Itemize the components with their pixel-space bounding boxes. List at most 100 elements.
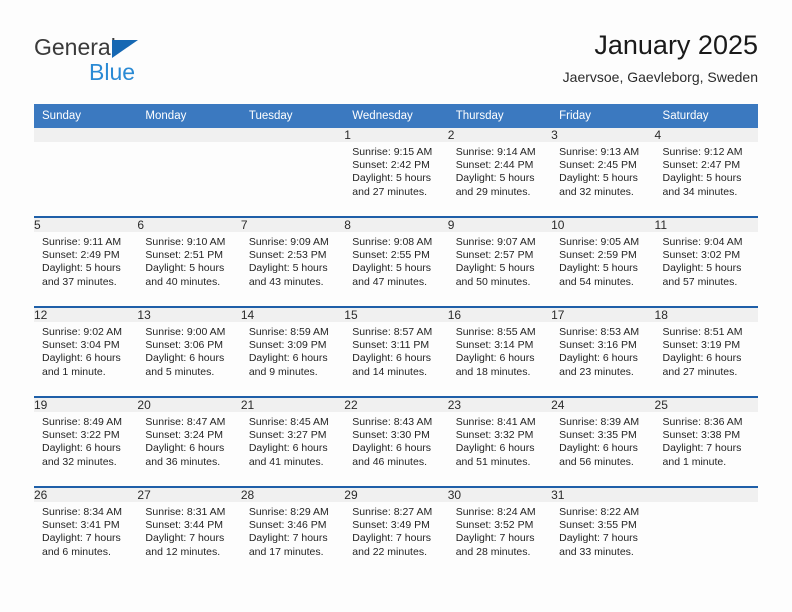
day-number[interactable]: 2	[447, 128, 552, 142]
sunrise-text: Sunrise: 8:43 AM	[352, 416, 433, 428]
day-number[interactable]: 23	[447, 398, 552, 412]
day-cell-content: Sunrise: 8:43 AM Sunset: 3:30 PM Daylight:…	[344, 412, 447, 486]
week-daynumber-row: 26 27 28 29 30 31	[34, 488, 758, 502]
sunset-text: Sunset: 2:49 PM	[42, 249, 120, 262]
sunset-text: Sunset: 3:32 PM	[455, 429, 534, 442]
day-cell-content: Sunrise: 9:11 AM Sunset: 2:49 PM Daylight:…	[34, 232, 137, 306]
daylight-text-line2: and 27 minutes.	[352, 185, 427, 198]
day-number[interactable]: 5	[34, 218, 138, 232]
sunrise-text: Sunrise: 8:57 AM	[352, 326, 433, 338]
day-number[interactable]: 30	[447, 488, 552, 502]
day-number[interactable]: 24	[551, 398, 655, 412]
daylight-text-line2: and 56 minutes.	[559, 455, 634, 468]
day-number[interactable]: 16	[447, 308, 552, 322]
sunrise-text: Sunrise: 8:36 AM	[662, 416, 743, 428]
day-number[interactable]: 11	[654, 218, 758, 232]
day-number[interactable]: 20	[137, 398, 241, 412]
day-cell-content: Sunrise: 9:02 AM Sunset: 3:04 PM Daylight:…	[34, 322, 137, 396]
daylight-text-line2: and 18 minutes.	[455, 365, 531, 378]
day-number[interactable]: 4	[654, 128, 758, 142]
day-number[interactable]: 12	[34, 308, 138, 322]
day-number-empty	[34, 128, 138, 142]
day-cell-content: Sunrise: 9:07 AM Sunset: 2:57 PM Daylight:…	[448, 232, 551, 306]
sunrise-text: Sunrise: 8:27 AM	[352, 506, 433, 518]
day-number[interactable]: 9	[447, 218, 552, 232]
day-cell-content: Sunrise: 9:08 AM Sunset: 2:55 PM Daylight:…	[344, 232, 447, 306]
sunset-text: Sunset: 3:35 PM	[559, 429, 637, 442]
sunrise-text: Sunrise: 8:55 AM	[455, 326, 536, 338]
daylight-text-line2: and 27 minutes.	[662, 365, 738, 378]
day-number[interactable]: 29	[344, 488, 448, 502]
daylight-text-line1: Daylight: 7 hours	[352, 532, 432, 545]
daylight-text-line2: and 54 minutes.	[559, 275, 634, 288]
sunrise-text: Sunrise: 8:39 AM	[559, 416, 640, 428]
daylight-text-line1: Daylight: 5 hours	[145, 262, 225, 275]
day-cell-content: Sunrise: 8:49 AM Sunset: 3:22 PM Daylight:…	[34, 412, 137, 486]
sunset-text: Sunset: 3:38 PM	[662, 429, 741, 442]
day-number[interactable]: 13	[137, 308, 241, 322]
sunrise-text: Sunrise: 8:29 AM	[248, 506, 329, 518]
sunset-text: Sunset: 3:30 PM	[352, 429, 430, 442]
week-daynumber-row: 19 20 21 22 23 24 25	[34, 398, 758, 412]
day-cell-content: Sunrise: 8:31 AM Sunset: 3:44 PM Daylight:…	[137, 502, 240, 576]
day-cell: Sunrise: 8:49 AM Sunset: 3:22 PM Daylight:…	[34, 412, 137, 486]
day-cell: Sunrise: 8:41 AM Sunset: 3:32 PM Daylight:…	[448, 412, 551, 486]
daylight-text-line1: Daylight: 6 hours	[42, 442, 121, 455]
day-number[interactable]: 19	[34, 398, 138, 412]
day-number[interactable]: 21	[240, 398, 345, 412]
daylight-text-line1: Daylight: 7 hours	[248, 532, 328, 545]
sunset-text: Sunset: 2:59 PM	[559, 249, 637, 262]
day-cell-content: Sunrise: 8:41 AM Sunset: 3:32 PM Daylight:…	[448, 412, 551, 486]
sunset-text: Sunset: 3:27 PM	[248, 429, 327, 442]
day-number[interactable]: 15	[344, 308, 448, 322]
day-cell-content: Sunrise: 8:53 AM Sunset: 3:16 PM Daylight:…	[551, 322, 654, 396]
day-number[interactable]: 1	[344, 128, 448, 142]
day-number[interactable]: 26	[34, 488, 138, 502]
daylight-text-line1: Daylight: 6 hours	[455, 352, 535, 365]
day-number[interactable]: 28	[240, 488, 345, 502]
weekday-headers: Sunday Monday Tuesday Wednesday Thursday Frid…	[34, 104, 758, 128]
day-cell: Sunrise: 8:59 AM Sunset: 3:09 PM Daylight:…	[241, 322, 344, 396]
daylight-text-line1: Daylight: 6 hours	[248, 352, 328, 365]
day-number[interactable]: 22	[344, 398, 448, 412]
day-cell: Sunrise: 9:11 AM Sunset: 2:49 PM Daylight:…	[34, 232, 137, 306]
calendar-header-row: Sunday Monday Tuesday Wednesday Thursday Frid…	[34, 104, 758, 128]
sunset-text: Sunset: 3:11 PM	[352, 339, 430, 352]
day-number[interactable]: 6	[137, 218, 241, 232]
day-number[interactable]: 14	[240, 308, 345, 322]
day-cell-content: Sunrise: 8:29 AM Sunset: 3:46 PM Daylight:…	[241, 502, 344, 576]
day-cell: Sunrise: 8:47 AM Sunset: 3:24 PM Daylight:…	[137, 412, 240, 486]
day-number[interactable]: 3	[551, 128, 655, 142]
day-cell-content: Sunrise: 9:15 AM Sunset: 2:42 PM Daylight:…	[344, 142, 447, 216]
daylight-text-line1: Daylight: 6 hours	[352, 352, 432, 365]
day-number[interactable]: 8	[344, 218, 448, 232]
day-number[interactable]: 31	[551, 488, 655, 502]
sunrise-text: Sunrise: 8:45 AM	[248, 416, 329, 428]
sunrise-text: Sunrise: 8:47 AM	[145, 416, 226, 428]
day-cell-content: Sunrise: 8:39 AM Sunset: 3:35 PM Daylight:…	[551, 412, 654, 486]
day-cell-content: Sunrise: 8:45 AM Sunset: 3:27 PM Daylight:…	[241, 412, 344, 486]
sunset-text: Sunset: 2:55 PM	[352, 249, 430, 262]
day-cell: Sunrise: 8:53 AM Sunset: 3:16 PM Daylight:…	[551, 322, 654, 396]
weekday-header-friday: Friday	[551, 104, 655, 128]
daylight-text-line1: Daylight: 5 hours	[248, 262, 328, 275]
day-cell: Sunrise: 9:02 AM Sunset: 3:04 PM Daylight:…	[34, 322, 137, 396]
day-number[interactable]: 27	[137, 488, 241, 502]
sunset-text: Sunset: 3:19 PM	[662, 339, 741, 352]
day-number[interactable]: 10	[551, 218, 655, 232]
day-cell: Sunrise: 9:12 AM Sunset: 2:47 PM Daylight:…	[655, 142, 758, 216]
daylight-text-line1: Daylight: 7 hours	[42, 532, 121, 545]
daylight-text-line2: and 5 minutes.	[145, 365, 215, 378]
logo-word-blue: Blue	[89, 59, 136, 85]
general-blue-logo[interactable]: General Blue	[34, 34, 294, 94]
day-number[interactable]: 18	[654, 308, 758, 322]
daylight-text-line1: Daylight: 5 hours	[455, 262, 535, 275]
day-number[interactable]: 17	[551, 308, 655, 322]
week-row: Sunrise: 8:49 AM Sunset: 3:22 PM Daylight:…	[34, 412, 758, 486]
sunset-text: Sunset: 3:24 PM	[145, 429, 224, 442]
day-number[interactable]: 7	[240, 218, 345, 232]
sunrise-text: Sunrise: 9:02 AM	[42, 326, 122, 338]
day-number[interactable]: 25	[654, 398, 758, 412]
day-cell: Sunrise: 9:10 AM Sunset: 2:51 PM Daylight:…	[137, 232, 240, 306]
day-cell: Sunrise: 9:07 AM Sunset: 2:57 PM Daylight:…	[448, 232, 551, 306]
